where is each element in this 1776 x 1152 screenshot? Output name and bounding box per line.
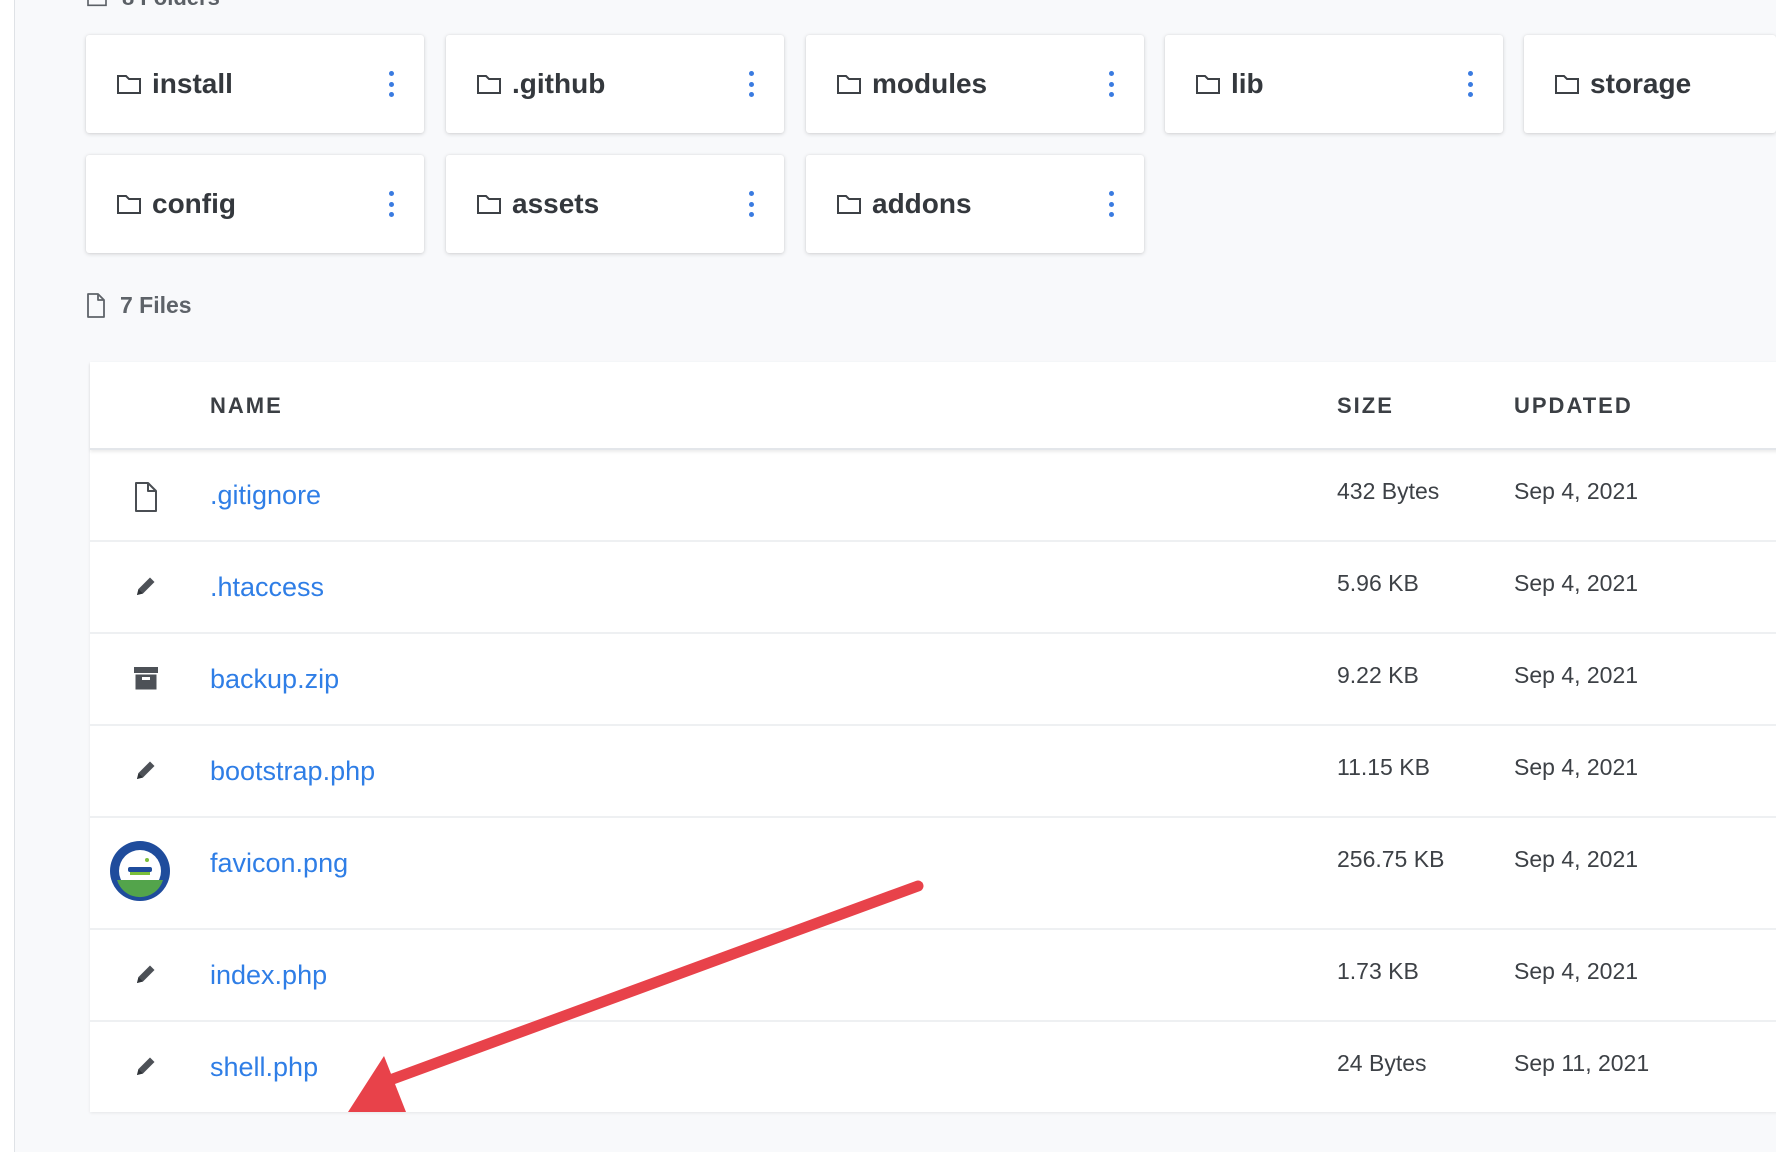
table-row[interactable]: bootstrap.php 11.15 KB Sep 4, 2021 <box>90 726 1776 818</box>
file-updated: Sep 4, 2021 <box>1514 570 1639 596</box>
pencil-icon <box>124 1054 168 1078</box>
table-row[interactable]: shell.php 24 Bytes Sep 11, 2021 <box>90 1022 1776 1112</box>
more-options-icon[interactable] <box>744 191 758 217</box>
table-row[interactable]: favicon.png 256.75 KB Sep 4, 2021 <box>90 818 1776 930</box>
folder-icon <box>1554 73 1580 95</box>
file-updated: Sep 4, 2021 <box>1514 662 1639 688</box>
table-row[interactable]: index.php 1.73 KB Sep 4, 2021 <box>90 930 1776 1022</box>
more-options-icon[interactable] <box>384 71 398 97</box>
column-header-name[interactable]: NAME <box>210 393 283 419</box>
files-header: 7 Files <box>86 290 192 320</box>
file-icon <box>87 292 105 318</box>
table-row[interactable]: .htaccess 5.96 KB Sep 4, 2021 <box>90 542 1776 634</box>
folder-name: addons <box>872 188 972 219</box>
table-row[interactable]: .gitignore 432 Bytes Sep 4, 2021 <box>90 450 1776 542</box>
pencil-icon <box>124 758 168 782</box>
more-options-icon[interactable] <box>1104 191 1118 217</box>
files-table: NAME SIZE UPDATED .gitignore 432 Bytes S… <box>90 362 1776 1112</box>
folder-name: assets <box>512 188 600 219</box>
file-size: 256.75 KB <box>1337 846 1445 872</box>
file-size: 5.96 KB <box>1337 570 1419 596</box>
column-header-updated[interactable]: UPDATED <box>1514 393 1633 419</box>
file-size: 432 Bytes <box>1337 478 1440 504</box>
more-options-icon[interactable] <box>1463 71 1477 97</box>
more-options-icon[interactable] <box>1104 71 1118 97</box>
file-name-link[interactable]: index.php <box>210 960 327 991</box>
more-options-icon[interactable] <box>744 71 758 97</box>
folder-icon <box>836 193 862 215</box>
file-updated: Sep 11, 2021 <box>1514 1050 1650 1076</box>
file-name-link[interactable]: .htaccess <box>210 572 324 603</box>
archive-icon <box>124 665 168 691</box>
file-name-link[interactable]: shell.php <box>210 1052 318 1083</box>
more-options-icon[interactable] <box>384 191 398 217</box>
folder-icon <box>116 73 142 95</box>
file-updated: Sep 4, 2021 <box>1514 478 1639 504</box>
column-header-size[interactable]: SIZE <box>1337 393 1394 419</box>
folder-icon <box>116 193 142 215</box>
folder-card-install[interactable]: install <box>86 35 424 133</box>
file-updated: Sep 4, 2021 <box>1514 846 1639 872</box>
file-icon <box>124 482 168 512</box>
folder-name: modules <box>872 68 988 99</box>
folders-header: 8 Folders <box>86 0 220 10</box>
folder-name: storage <box>1590 68 1692 99</box>
file-updated: Sep 4, 2021 <box>1514 958 1639 984</box>
file-name-link[interactable]: .gitignore <box>210 480 321 511</box>
folder-icon <box>476 73 502 95</box>
file-name-link[interactable]: backup.zip <box>210 664 339 695</box>
folder-card-lib[interactable]: lib <box>1165 35 1503 133</box>
left-border <box>0 0 15 1152</box>
folder-name: lib <box>1231 68 1264 99</box>
file-name-link[interactable]: favicon.png <box>210 848 348 879</box>
file-name-link[interactable]: bootstrap.php <box>210 756 375 787</box>
folder-name: .github <box>512 68 606 99</box>
table-row[interactable]: backup.zip 9.22 KB Sep 4, 2021 <box>90 634 1776 726</box>
folder-card-github[interactable]: .github <box>446 35 784 133</box>
folder-name: config <box>152 188 236 219</box>
files-count: 7 Files <box>120 291 192 318</box>
folder-card-assets[interactable]: assets <box>446 155 784 253</box>
file-size: 24 Bytes <box>1337 1050 1427 1076</box>
pencil-icon <box>124 574 168 598</box>
folder-icon <box>476 193 502 215</box>
file-size: 9.22 KB <box>1337 662 1419 688</box>
file-updated: Sep 4, 2021 <box>1514 754 1639 780</box>
pencil-icon <box>124 962 168 986</box>
file-size: 1.73 KB <box>1337 958 1419 984</box>
folder-card-addons[interactable]: addons <box>806 155 1144 253</box>
folder-card-storage[interactable]: storage <box>1524 35 1776 133</box>
table-header: NAME SIZE UPDATED <box>90 362 1776 450</box>
folder-name: install <box>152 68 233 99</box>
file-size: 11.15 KB <box>1337 754 1430 780</box>
folder-icon <box>87 0 107 7</box>
folder-card-config[interactable]: config <box>86 155 424 253</box>
folders-count: 8 Folders <box>122 0 220 11</box>
folder-icon <box>836 73 862 95</box>
folder-card-modules[interactable]: modules <box>806 35 1144 133</box>
folder-icon <box>1195 73 1221 95</box>
favicon-thumbnail <box>108 840 172 902</box>
